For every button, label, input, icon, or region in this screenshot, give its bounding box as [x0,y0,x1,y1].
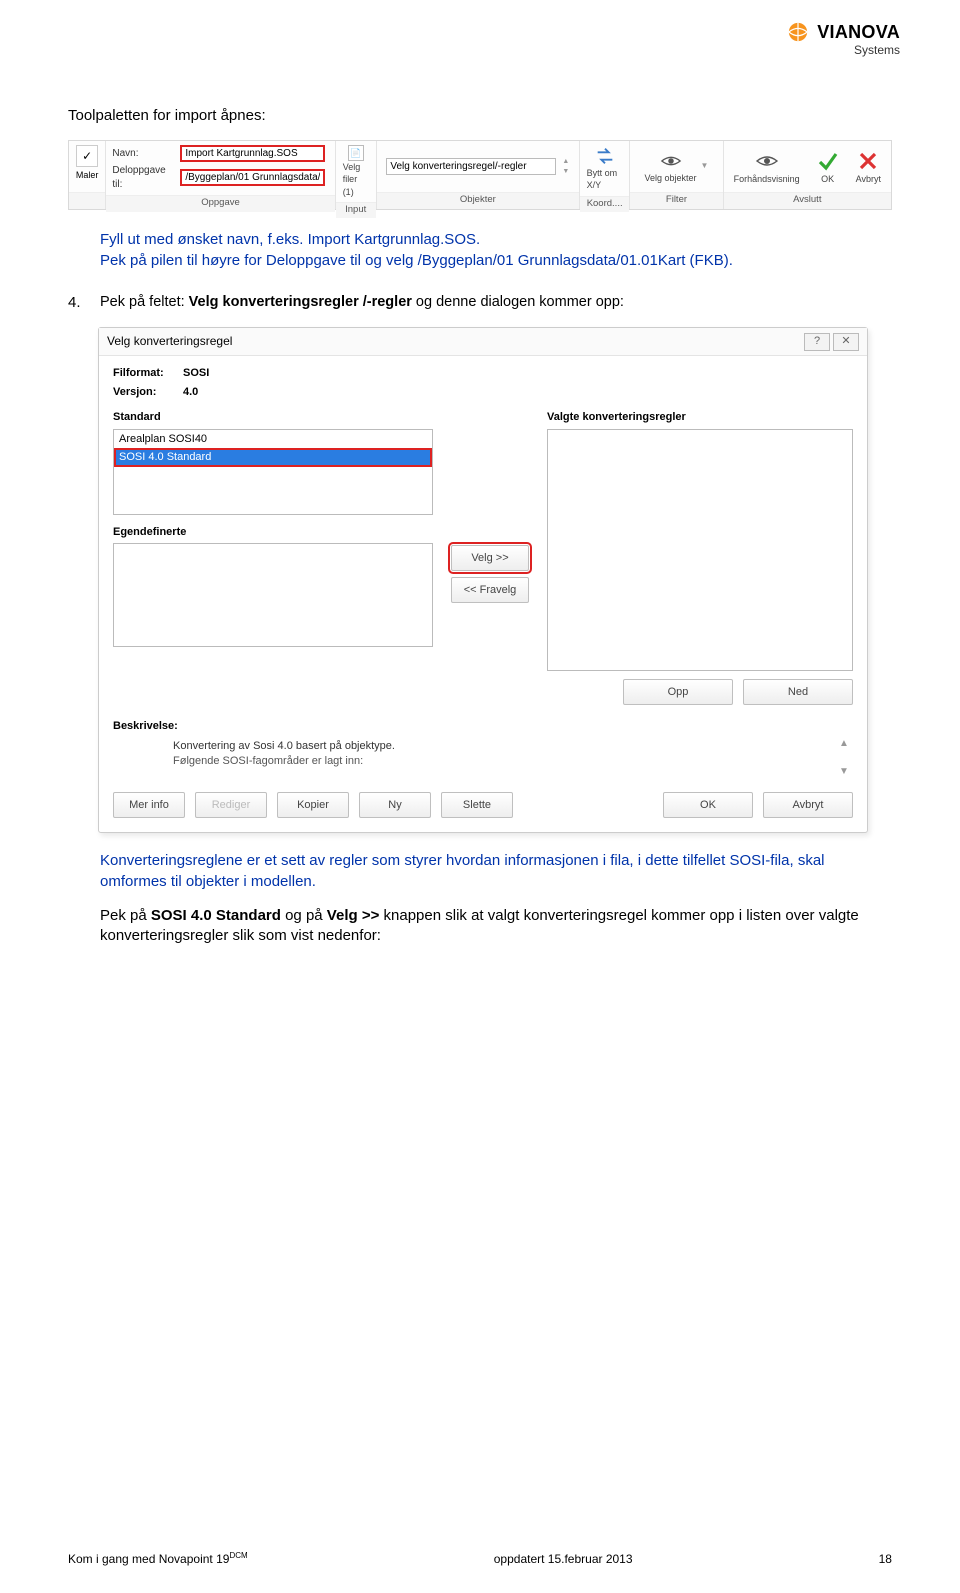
slette-button[interactable]: Slette [441,792,513,818]
logo-text: VIANOVA [817,22,900,42]
close-button[interactable]: ✕ [833,333,859,351]
file-icon: 📄 [348,145,364,161]
velg-button[interactable]: Velg >> [451,545,529,571]
logo-subtext: Systems [787,42,900,58]
step-4-text: Pek på feltet: Velg konverteringsregler … [100,293,624,313]
filformat-value: SOSI [183,366,209,381]
filter-panel-label: Filter [630,192,722,209]
checkbox-icon[interactable]: ✓ [76,145,98,167]
valgte-heading: Valgte konverteringsregler [547,410,853,425]
ok-button[interactable]: OK [812,149,844,185]
chevron-down-icon[interactable]: ▼ [562,167,569,176]
bytt-xy-button[interactable]: Bytt om X/Y [587,145,623,191]
close-icon [856,149,880,173]
eye-icon [660,150,682,172]
checkmark-icon [816,149,840,173]
velg-objekter-button[interactable]: Velg objekter [644,150,696,184]
deloppgave-input[interactable] [180,169,325,186]
konverteringsregel-field[interactable] [386,158,556,175]
opp-button[interactable]: Opp [623,679,733,705]
list-item[interactable]: Arealplan SOSI40 [114,430,432,449]
toolbar: ✓ Maler Navn: Deloppgave til: Oppgave 📄 [68,140,892,210]
valgte-listbox[interactable] [547,429,853,671]
intro-text: Toolpaletten for import åpnes: [68,106,892,126]
help-button[interactable]: ? [804,333,830,351]
rediger-button[interactable]: Rediger [195,792,267,818]
kopier-button[interactable]: Kopier [277,792,349,818]
beskrivelse-heading: Beskrivelse: [113,719,853,734]
dialog-ok-button[interactable]: OK [663,792,753,818]
filformat-key: Filformat: [113,366,177,381]
footer-left: Kom i gang med Novapoint 19DCM [68,1551,248,1567]
versjon-key: Versjon: [113,385,177,400]
globe-icon [787,24,813,40]
standard-listbox[interactable]: Arealplan SOSI40 SOSI 4.0 Standard [113,429,433,515]
ny-button[interactable]: Ny [359,792,431,818]
page-footer: Kom i gang med Novapoint 19DCM oppdatert… [68,1551,892,1567]
preview-button[interactable]: Forhåndsvisning [730,149,804,185]
merinfo-button[interactable]: Mer info [113,792,185,818]
koord-panel-label: Koord.... [580,196,629,213]
scrollbar[interactable]: ▲▼ [839,737,853,778]
chevron-down-icon[interactable]: ▼ [701,161,709,172]
brand-logo: VIANOVA Systems [787,20,900,58]
objekter-panel-label: Objekter [377,192,579,209]
footer-date: oppdatert 15.februar 2013 [494,1551,633,1567]
avslutt-panel-label: Avslutt [724,192,891,209]
beskrivelse-line1: Konvertering av Sosi 4.0 basert på objek… [173,739,839,754]
navn-label: Navn: [112,147,176,161]
versjon-value: 4.0 [183,385,198,400]
standard-heading: Standard [113,410,433,425]
egendefinerte-heading: Egendefinerte [113,525,433,540]
instruction-para-1: Fyll ut med ønsket navn, f.eks. Import K… [100,230,892,271]
eye-icon [755,149,779,173]
avbryt-button[interactable]: Avbryt [852,149,885,185]
oppgave-panel-label: Oppgave [106,195,334,212]
fravelg-button[interactable]: << Fravelg [451,577,529,603]
beskrivelse-line2: Følgende SOSI-fagområder er lagt inn: [173,754,839,769]
maler-label: Maler [76,169,99,181]
swap-icon [594,145,616,167]
list-item-selected[interactable]: SOSI 4.0 Standard [114,448,432,467]
dialog-title: Velg konverteringsregel [107,333,232,349]
step-number: 4. [68,293,82,313]
navn-input[interactable] [180,145,325,162]
konverteringsregel-dialog: Velg konverteringsregel ? ✕ Filformat: S… [98,327,868,833]
dialog-avbryt-button[interactable]: Avbryt [763,792,853,818]
velg-filer-button[interactable]: 📄 Velg filer (1) [343,145,369,197]
page-number: 18 [879,1551,892,1567]
deloppgave-label: Deloppgave til: [112,164,176,191]
chevron-up-icon[interactable]: ▲ [562,157,569,166]
input-panel-label: Input [336,202,376,219]
egendefinerte-listbox[interactable] [113,543,433,647]
ned-button[interactable]: Ned [743,679,853,705]
instruction-para-2: Konverteringsreglene er et sett av regle… [100,851,892,946]
